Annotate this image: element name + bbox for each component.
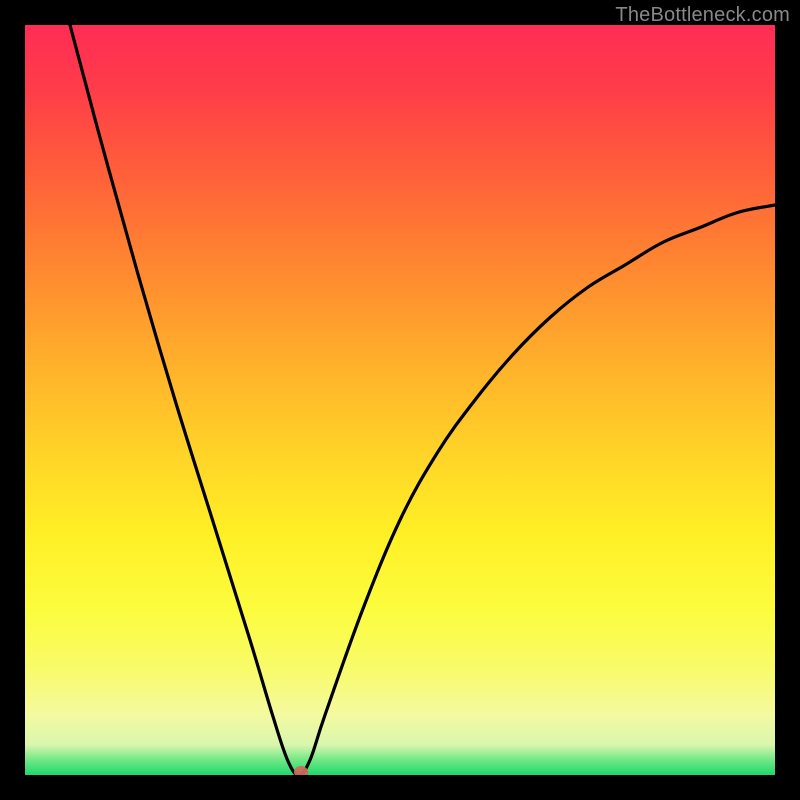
chart-svg bbox=[25, 25, 775, 775]
bottleneck-curve-line bbox=[70, 25, 775, 775]
watermark-text: TheBottleneck.com bbox=[615, 4, 790, 27]
chart-plot-area bbox=[25, 25, 775, 775]
